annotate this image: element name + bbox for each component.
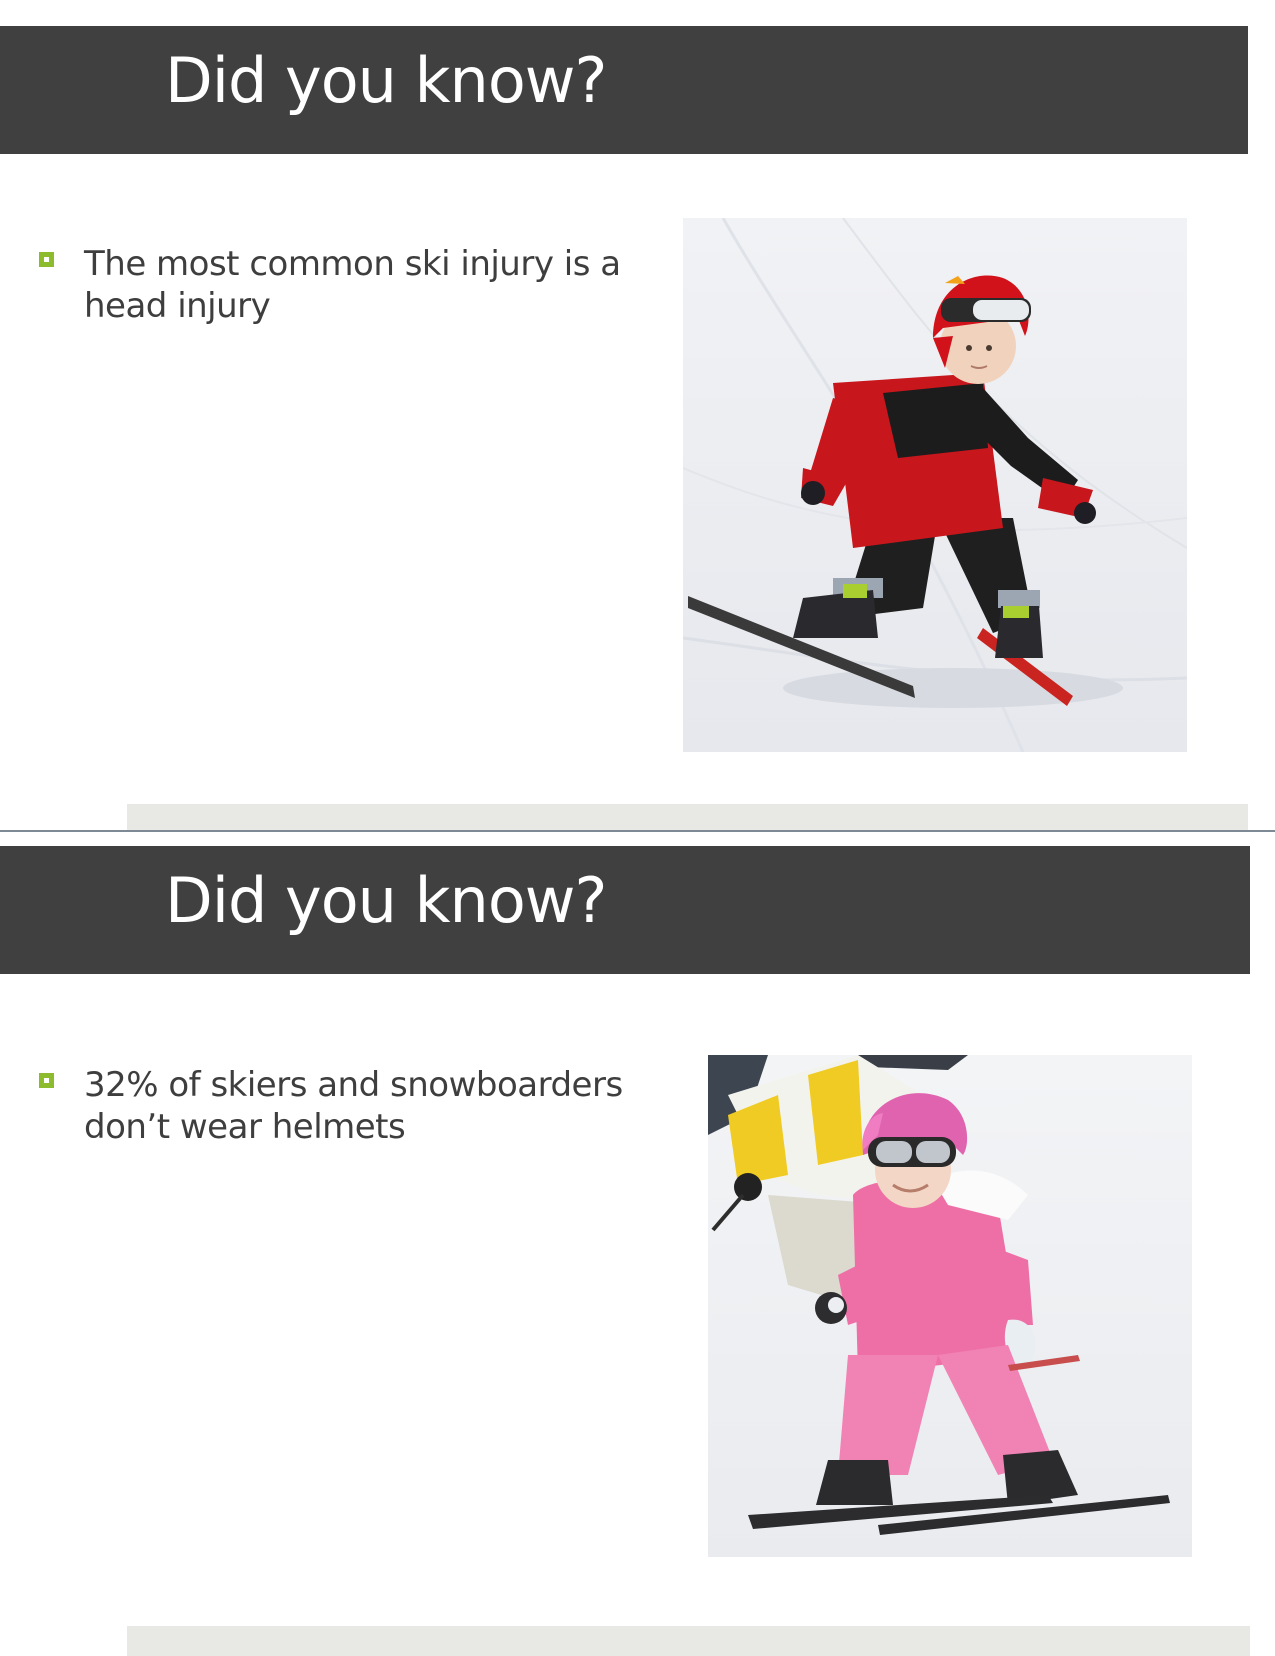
- bullet-text: The most common ski injury is a head inj…: [84, 244, 621, 326]
- square-bullet-icon: [39, 252, 54, 267]
- footer-band: [127, 1626, 1250, 1656]
- bullet-text: 32% of skiers and snowboarders don’t wea…: [84, 1065, 623, 1147]
- square-bullet-icon: [39, 1073, 54, 1088]
- child-skier-red-helmet-photo: [683, 218, 1187, 752]
- title-bar: Did you know?: [0, 846, 1250, 974]
- slide-1: Did you know? The most common ski injury…: [0, 0, 1275, 830]
- title-bar: Did you know?: [0, 26, 1248, 154]
- slide-title: Did you know?: [165, 864, 607, 937]
- slide-title: Did you know?: [165, 44, 607, 117]
- slide-2: Did you know? 32% of skiers and snowboar…: [0, 820, 1275, 1656]
- child-skier-pink-helmet-photo: [708, 1055, 1192, 1557]
